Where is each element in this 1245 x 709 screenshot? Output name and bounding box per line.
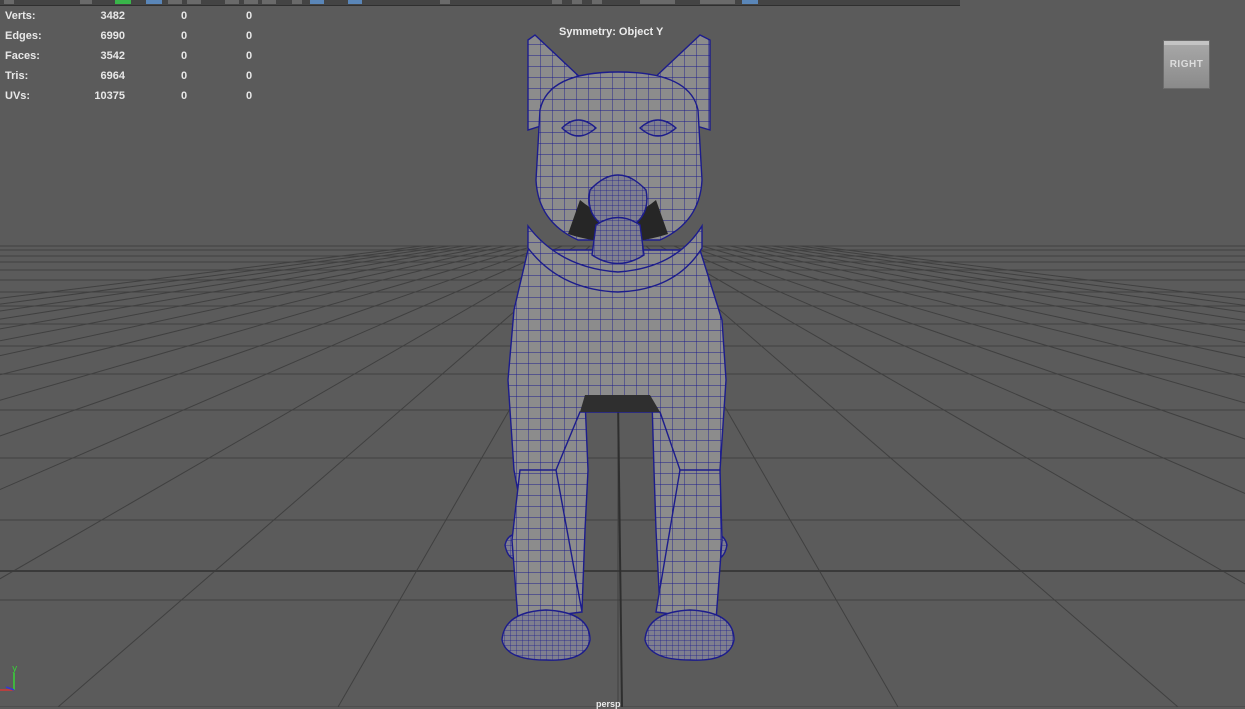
stat-label: UVs: <box>5 90 31 102</box>
grid-line <box>785 245 1245 313</box>
stat-value: 0 <box>245 50 253 62</box>
grid-line <box>813 245 1245 300</box>
view-cube[interactable]: RIGHT <box>1163 40 1210 89</box>
grid-line <box>757 245 1245 331</box>
grid-line <box>0 245 465 320</box>
grid-line <box>701 245 1245 404</box>
view-cube-label: RIGHT <box>1169 59 1204 70</box>
camera-name: persp <box>596 699 621 709</box>
stat-row-uvs: UVs: 10375 0 0 <box>5 86 265 106</box>
stat-value: 0 <box>245 70 253 82</box>
stat-value: 0 <box>180 10 188 22</box>
stat-row-faces: Faces: 3542 0 0 <box>5 46 265 66</box>
stat-label: Edges: <box>5 30 42 42</box>
stat-value: 3542 <box>100 50 125 62</box>
stat-value: 0 <box>180 90 188 102</box>
grid-line <box>0 245 437 305</box>
stat-value: 0 <box>245 30 253 42</box>
grid-line <box>0 245 493 342</box>
grid-line <box>0 245 563 491</box>
grid-line <box>0 245 577 580</box>
grid-line <box>715 245 1245 378</box>
stat-row-verts: Verts: 3482 0 0 <box>5 6 265 26</box>
axis-y-label: y <box>12 664 18 674</box>
stat-value: 0 <box>245 10 253 22</box>
stat-value: 0 <box>180 30 188 42</box>
grid-line <box>771 245 1245 322</box>
stat-value: 10375 <box>94 90 125 102</box>
grid-line <box>729 245 1245 359</box>
grid-line <box>0 245 451 312</box>
stat-value: 0 <box>180 70 188 82</box>
stat-label: Verts: <box>5 10 36 22</box>
stat-label: Faces: <box>5 50 40 62</box>
dog-paw-left <box>501 609 591 661</box>
stat-label: Tris: <box>5 70 29 82</box>
stat-value: 6990 <box>100 30 125 42</box>
heads-up-poly-count: Verts: 3482 0 0 Edges: 6990 0 0 Faces: 3… <box>5 6 265 106</box>
grid-line <box>687 245 1245 440</box>
grid-line <box>0 245 423 299</box>
3d-viewport[interactable] <box>0 0 1245 707</box>
view-cube-top-face[interactable] <box>1164 41 1209 45</box>
grid-line <box>0 245 549 437</box>
dog-nose <box>591 216 645 265</box>
stat-value: 0 <box>245 90 253 102</box>
symmetry-status: Symmetry: Object Y <box>559 26 664 38</box>
dog-chest-shadow <box>580 395 660 412</box>
stat-value: 0 <box>180 50 188 62</box>
dog-paw-right <box>644 609 735 661</box>
grid-line <box>0 245 507 357</box>
stat-row-tris: Tris: 6964 0 0 <box>5 66 265 86</box>
grid-line <box>799 245 1245 306</box>
stat-value: 3482 <box>100 10 125 22</box>
stat-row-edges: Edges: 6990 0 0 <box>5 26 265 46</box>
stat-value: 6964 <box>100 70 125 82</box>
